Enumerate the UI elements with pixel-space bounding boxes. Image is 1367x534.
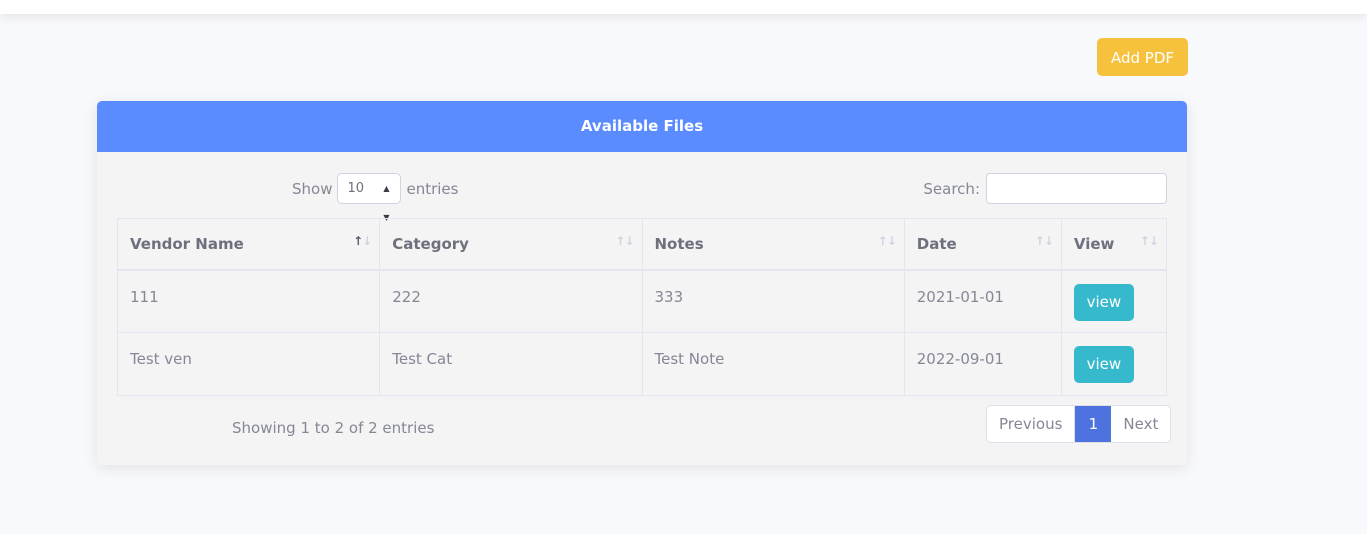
cell-category: Test Cat — [379, 332, 643, 396]
column-header-vendor-name[interactable]: Vendor Name ↑↓ — [116, 218, 381, 271]
entries-length-control: Show 10 ▲ ▼ entries — [292, 173, 459, 222]
column-label: Vendor Name — [130, 234, 244, 253]
entries-select[interactable]: 10 ▲ ▼ — [337, 173, 402, 222]
sort-icon: ↑↓ — [877, 234, 897, 248]
table-header-row: Vendor Name ↑↓ Category ↑↓ Notes ↑↓ Date… — [116, 218, 1168, 271]
view-button[interactable]: view — [1073, 283, 1134, 321]
page-1-button[interactable]: 1 — [1075, 406, 1112, 442]
pagination: Previous 1 Next — [986, 405, 1172, 443]
column-header-notes[interactable]: Notes ↑↓ — [641, 218, 905, 271]
cell-notes: 333 — [641, 269, 905, 333]
column-label: Notes — [654, 234, 704, 253]
cell-category: 222 — [379, 269, 643, 333]
card-title: Available Files — [97, 101, 1187, 152]
previous-page-button[interactable]: Previous — [987, 406, 1076, 442]
next-page-button[interactable]: Next — [1111, 406, 1170, 442]
search-label: Search: — [923, 179, 980, 198]
add-pdf-button[interactable]: Add PDF — [1097, 38, 1188, 76]
column-label: Category — [392, 234, 469, 253]
cell-vendor: Test ven — [116, 332, 381, 396]
view-button[interactable]: view — [1073, 346, 1134, 383]
table-row: 111 222 333 2021-01-01 view — [116, 269, 1168, 333]
column-header-date[interactable]: Date ↑↓ — [903, 218, 1062, 271]
cell-vendor: 111 — [116, 269, 381, 333]
column-label: View — [1073, 234, 1115, 253]
show-label: Show — [292, 179, 333, 198]
entries-label: entries — [406, 179, 459, 198]
column-header-view[interactable]: View ↑↓ — [1060, 218, 1168, 271]
table-row: Test ven Test Cat Test Note 2022-09-01 v… — [116, 332, 1168, 396]
cell-view: view — [1060, 332, 1168, 396]
sort-icon: ↑↓ — [615, 234, 634, 248]
sort-icon: ↑↓ — [1034, 234, 1054, 248]
column-label: Date — [916, 234, 957, 253]
cell-date: 2021-01-01 — [903, 269, 1062, 333]
entries-select-value: 10 — [347, 181, 365, 196]
cell-view: view — [1060, 269, 1168, 333]
column-header-category[interactable]: Category ↑↓ — [379, 218, 643, 271]
search-input[interactable] — [986, 173, 1167, 204]
sort-icon: ↑↓ — [1139, 234, 1159, 248]
sort-icon: ↑↓ — [353, 234, 372, 248]
search-control: Search: — [923, 173, 1167, 204]
table-info: Showing 1 to 2 of 2 entries — [232, 419, 435, 437]
cell-notes: Test Note — [641, 332, 905, 396]
files-table: Vendor Name ↑↓ Category ↑↓ Notes ↑↓ Date… — [116, 218, 1168, 396]
available-files-card: Available Files Show 10 ▲ ▼ entries Searc… — [97, 101, 1187, 465]
top-navbar — [0, 0, 1367, 14]
cell-date: 2022-09-01 — [903, 332, 1062, 396]
